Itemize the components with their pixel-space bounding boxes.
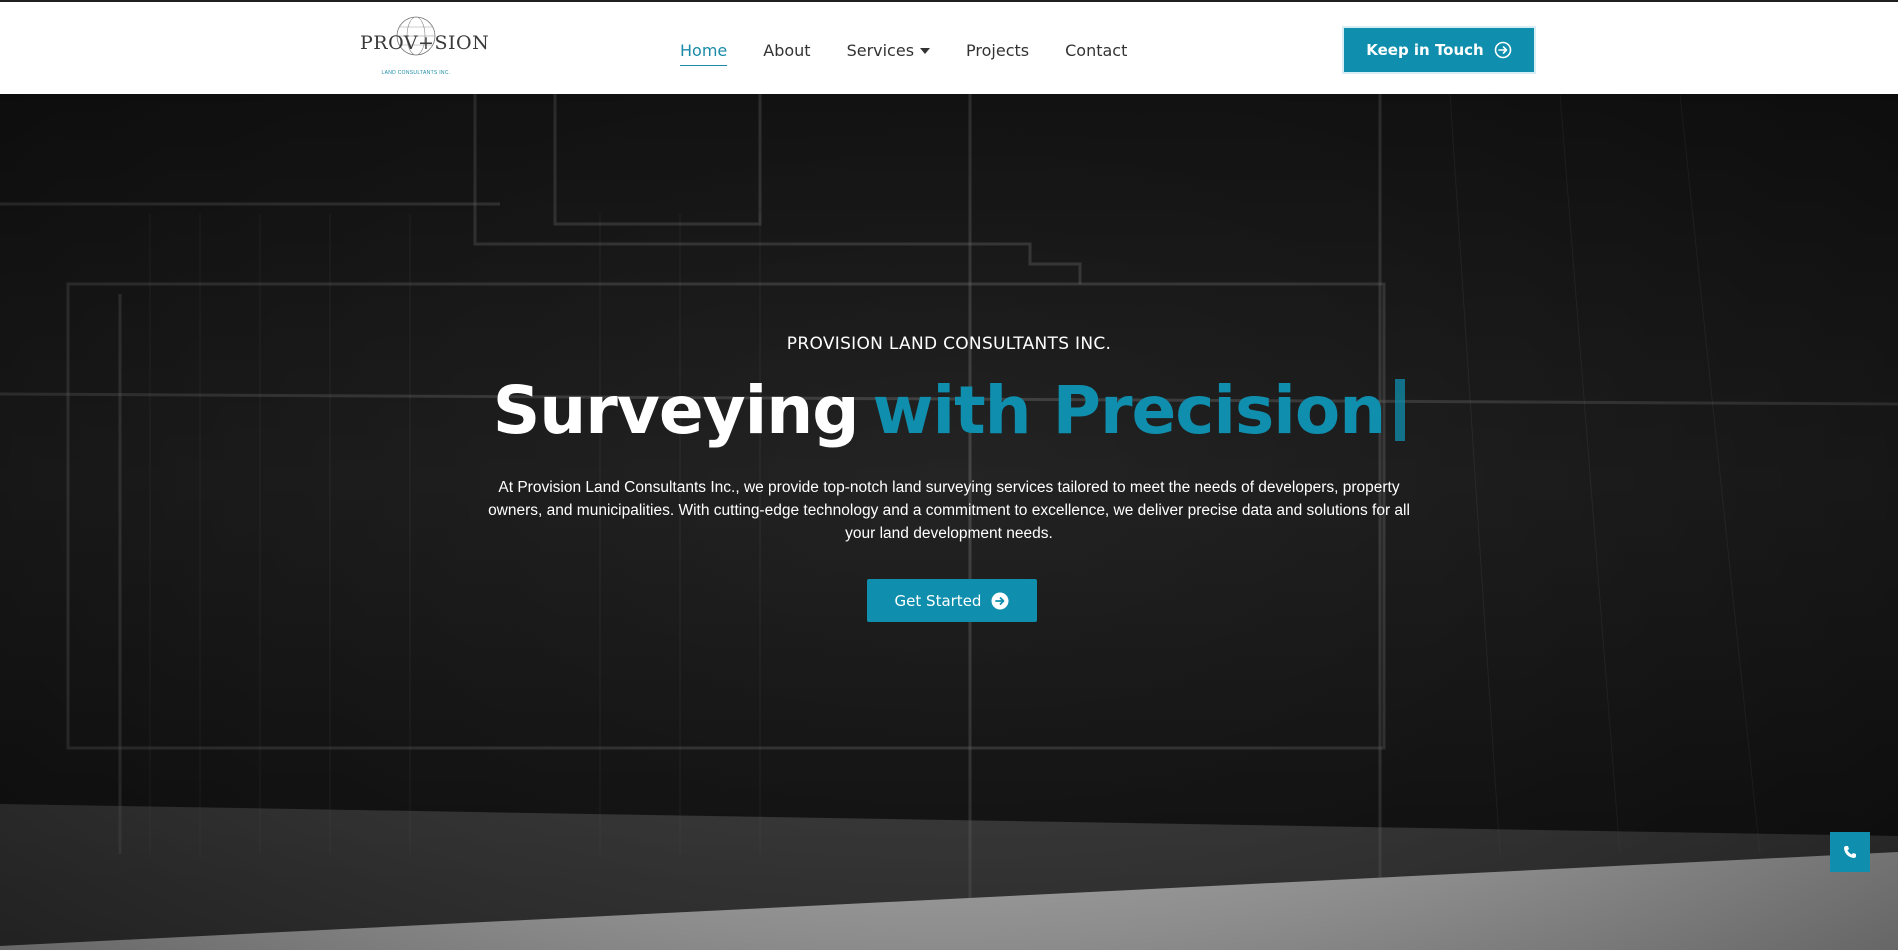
nav-item-services[interactable]: Services xyxy=(846,35,931,66)
nav-item-home[interactable]: Home xyxy=(680,35,728,66)
headline-part2: with Precision xyxy=(872,372,1386,449)
arrow-circle-right-icon xyxy=(1494,41,1512,59)
headline-part1: Surveying xyxy=(492,372,860,449)
chevron-down-icon xyxy=(920,48,931,54)
keep-in-touch-button[interactable]: Keep in Touch xyxy=(1342,26,1536,74)
hero-headline: Surveying with Precision xyxy=(0,372,1898,449)
typing-cursor xyxy=(1395,379,1406,441)
nav-item-about[interactable]: About xyxy=(763,35,810,66)
phone-icon xyxy=(1844,846,1856,858)
keep-in-touch-label: Keep in Touch xyxy=(1366,41,1484,59)
get-started-label: Get Started xyxy=(894,591,982,610)
site-header: PROV+SION LAND CONSULTANTS INC. Home Abo… xyxy=(0,2,1898,94)
nav-item-projects[interactable]: Projects xyxy=(966,35,1029,66)
logo-subtext: LAND CONSULTANTS INC. xyxy=(381,70,451,76)
logo-text: PROV+SION xyxy=(360,32,490,54)
arrow-circle-right-icon xyxy=(991,592,1009,609)
main-nav: Home About Services Projects Contact xyxy=(680,30,1163,70)
nav-item-services-label: Services xyxy=(846,40,915,60)
hero-eyebrow: PROVISION LAND CONSULTANTS INC. xyxy=(786,334,1112,354)
phone-button[interactable] xyxy=(1830,832,1870,872)
hero-description: At Provision Land Consultants Inc., we p… xyxy=(488,479,1410,542)
hero-section: PROVISION LAND CONSULTANTS INC. Surveyin… xyxy=(0,94,1898,950)
nav-item-contact[interactable]: Contact xyxy=(1065,35,1127,66)
get-started-button[interactable]: Get Started xyxy=(867,579,1037,622)
brand-logo[interactable]: PROV+SION LAND CONSULTANTS INC. xyxy=(360,12,490,82)
